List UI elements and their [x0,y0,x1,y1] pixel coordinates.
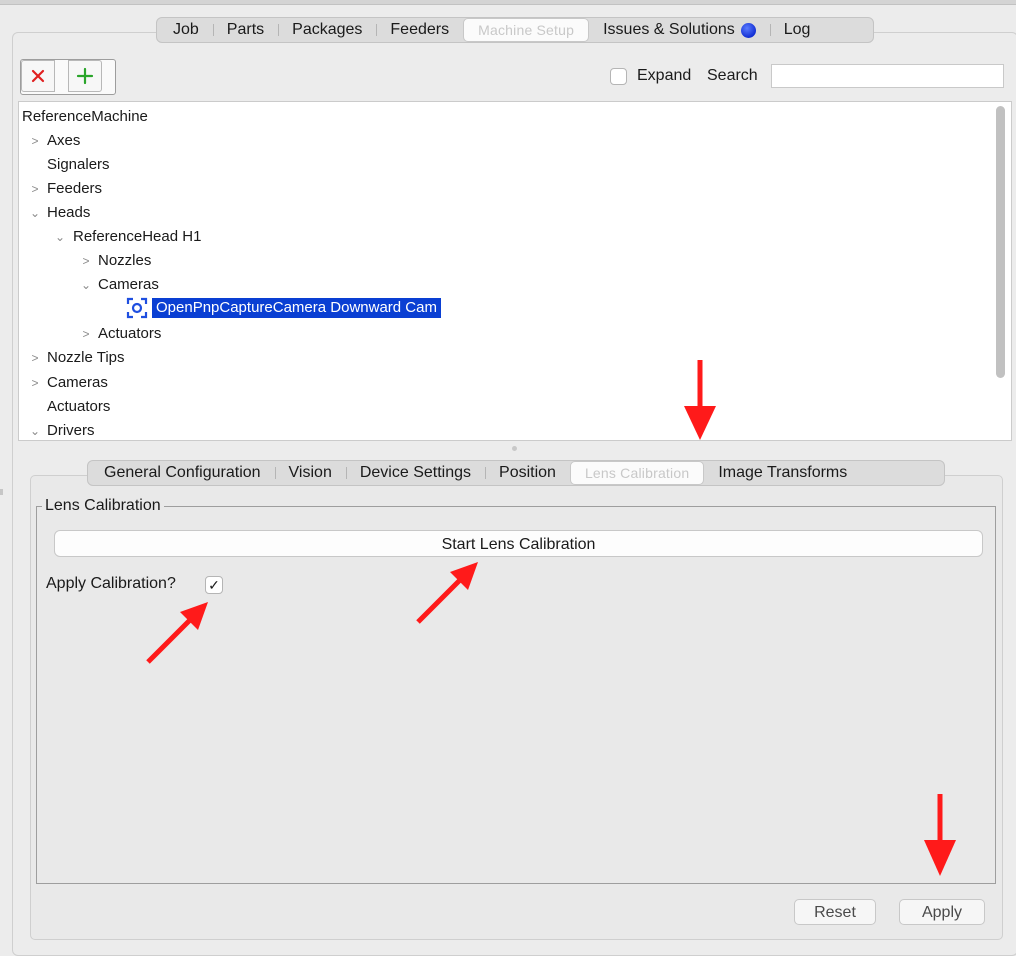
chevron-down-icon[interactable]: ⌄ [80,274,92,296]
main-tab-bar: Job Parts Packages Feeders Machine Setup… [156,17,874,43]
tree-node-label: Cameras [98,276,159,293]
tree-node-cameras[interactable]: > Cameras [29,372,108,394]
tree-node-label: Feeders [47,180,103,197]
add-button[interactable] [68,60,102,92]
tree-root[interactable]: ReferenceMachine [22,106,148,128]
tree-node-nozzle-tips[interactable]: > Nozzle Tips [29,347,125,369]
tab-packages[interactable]: Packages [278,20,376,40]
tree-node-label-selected: OpenPnpCaptureCamera Downward Cam [152,298,441,318]
plus-icon [76,67,94,85]
tree-node-signalers[interactable]: Signalers [29,154,110,176]
tree-node-feeders[interactable]: > Feeders [29,178,102,200]
close-icon [31,69,45,83]
tab-vision[interactable]: Vision [274,463,346,483]
camera-icon [126,297,148,319]
search-label: Search [707,67,758,84]
tab-image-transforms[interactable]: Image Transforms [704,463,861,483]
tab-job[interactable]: Job [159,20,213,40]
tree-root-label: ReferenceMachine [22,108,148,125]
chevron-right-icon[interactable]: > [29,372,41,394]
tree-scrollbar[interactable] [996,106,1005,378]
lens-calibration-group [36,506,996,884]
chevron-down-icon[interactable]: ⌄ [29,202,41,224]
expand-label: Expand [637,67,692,84]
tree-node-axes[interactable]: > Axes [29,130,80,152]
tab-feeders[interactable]: Feeders [376,20,463,40]
tab-device-settings[interactable]: Device Settings [345,463,485,483]
tree-node-head-actuators[interactable]: > Actuators [80,323,161,345]
issues-status-dot-icon [740,22,756,38]
tab-parts[interactable]: Parts [212,20,278,40]
chevron-right-icon[interactable]: > [80,323,92,345]
tab-lens-calibration[interactable]: Lens Calibration [569,461,705,485]
tab-log[interactable]: Log [769,20,825,40]
apply-calibration-label: Apply Calibration? [46,575,176,592]
tree-node-label: ReferenceHead H1 [73,228,202,245]
search-input[interactable] [771,64,1004,88]
tree-node-actuators[interactable]: Actuators [29,396,110,418]
apply-calibration-checkbox[interactable]: ✓ [205,576,223,594]
machine-tree: ReferenceMachine > Axes Signalers > Feed… [18,101,1012,441]
chevron-right-icon[interactable]: > [29,347,41,369]
chevron-right-icon[interactable]: > [80,250,92,272]
camera-sub-tab-bar: General Configuration Vision Device Sett… [87,460,945,486]
tree-node-label: Actuators [47,398,111,415]
split-pane-divider[interactable] [512,446,517,451]
tree-node-drivers[interactable]: ⌄ Drivers [29,420,95,440]
chevron-right-icon[interactable]: > [29,178,41,200]
tab-machine-setup[interactable]: Machine Setup [463,18,590,42]
chevron-down-icon[interactable]: ⌄ [54,226,66,248]
expand-checkbox[interactable] [610,68,627,85]
checkmark-icon: ✓ [208,576,220,593]
tab-issues-solutions-label: Issues & Solutions [603,21,735,38]
tree-node-downward-cam[interactable]: OpenPnpCaptureCamera Downward Cam [126,297,441,319]
tab-general-configuration[interactable]: General Configuration [90,463,275,483]
tree-node-label: Actuators [98,325,162,342]
tree-node-reference-head[interactable]: ⌄ ReferenceHead H1 [54,226,201,248]
left-edge-marker [0,489,3,495]
tree-node-label: Drivers [47,422,95,439]
tree-node-label: Nozzle Tips [47,349,125,366]
tree-node-label: Nozzles [98,252,152,269]
reset-button[interactable]: Reset [794,899,876,925]
tree-node-label: Cameras [47,374,108,391]
tree-node-label: Axes [47,132,81,149]
tree-node-nozzles[interactable]: > Nozzles [80,250,151,272]
window-top-border [0,0,1016,5]
start-lens-calibration-button[interactable]: Start Lens Calibration [54,530,983,557]
chevron-down-icon[interactable]: ⌄ [29,420,41,440]
tab-position[interactable]: Position [485,463,570,483]
lens-calibration-legend: Lens Calibration [42,497,164,515]
tab-issues-solutions[interactable]: Issues & Solutions [589,20,770,40]
tree-node-label: Signalers [47,156,110,173]
apply-button[interactable]: Apply [899,899,985,925]
chevron-right-icon[interactable]: > [29,130,41,152]
delete-button[interactable] [21,60,55,92]
tree-node-head-cameras[interactable]: ⌄ Cameras [80,274,159,296]
tree-node-label: Heads [47,204,91,221]
tree-node-heads[interactable]: ⌄ Heads [29,202,90,224]
